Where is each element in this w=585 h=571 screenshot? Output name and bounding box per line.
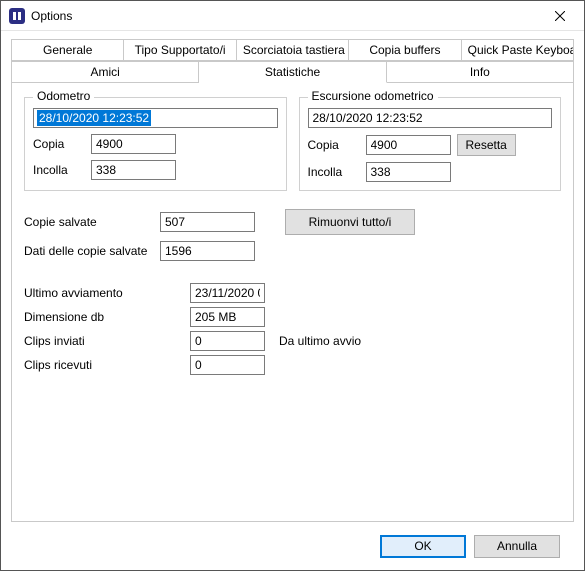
- tab-scorciatoia[interactable]: Scorciatoia tastiera: [237, 40, 349, 61]
- odometer-paste-label: Incolla: [33, 163, 85, 177]
- trip-date-field[interactable]: [308, 108, 553, 128]
- last-start-label: Ultimo avviamento: [24, 286, 184, 300]
- odometer-date-field[interactable]: 28/10/2020 12:23:52: [33, 108, 278, 128]
- odometer-group: Odometro 28/10/2020 12:23:52 Copia Incol…: [24, 97, 287, 191]
- titlebar: Options: [1, 1, 584, 31]
- tab-row-1: Generale Tipo Supportato/i Scorciatoia t…: [12, 40, 573, 61]
- tab-strip: Generale Tipo Supportato/i Scorciatoia t…: [12, 40, 573, 83]
- pause-icon: [12, 11, 22, 21]
- tab-statistiche-body: Odometro 28/10/2020 12:23:52 Copia Incol…: [12, 83, 573, 521]
- trip-copy-value[interactable]: [366, 135, 451, 155]
- clips-recv-value[interactable]: [190, 355, 265, 375]
- dialog-footer: OK Annulla: [11, 522, 574, 570]
- saved-copies-section: Copie salvate Rimuonvi tutto/i Dati dell…: [24, 209, 561, 261]
- saved-copies-label: Copie salvate: [24, 215, 154, 229]
- odometer-legend: Odometro: [33, 89, 94, 103]
- saved-data-value[interactable]: [160, 241, 255, 261]
- odometer-date-selected: 28/10/2020 12:23:52: [37, 110, 151, 126]
- odometer-row: Odometro 28/10/2020 12:23:52 Copia Incol…: [24, 97, 561, 191]
- last-start-value[interactable]: [190, 283, 265, 303]
- since-last-start-label: Da ultimo avvio: [279, 334, 361, 348]
- tab-tipo-supportato[interactable]: Tipo Supportato/i: [124, 40, 236, 61]
- close-button[interactable]: [537, 2, 582, 30]
- stats-section: Ultimo avviamento Dimensione db Clips in…: [24, 283, 561, 375]
- options-window: Options Generale Tipo Supportato/i Scorc…: [0, 0, 585, 571]
- trip-legend: Escursione odometrico: [308, 89, 438, 103]
- client-area: Generale Tipo Supportato/i Scorciatoia t…: [1, 31, 584, 570]
- trip-paste-label: Incolla: [308, 165, 360, 179]
- odometer-copy-label: Copia: [33, 137, 85, 151]
- trip-paste-value[interactable]: [366, 162, 451, 182]
- tab-row-2: Amici Statistiche Info: [12, 61, 573, 83]
- ok-button[interactable]: OK: [380, 535, 466, 558]
- tab-generale[interactable]: Generale: [12, 40, 124, 61]
- clips-sent-label: Clips inviati: [24, 334, 184, 348]
- tab-quick-paste[interactable]: Quick Paste Keyboard: [462, 40, 573, 61]
- window-title: Options: [31, 9, 537, 23]
- reset-button[interactable]: Resetta: [457, 134, 516, 156]
- remove-all-button[interactable]: Rimuonvi tutto/i: [285, 209, 415, 235]
- clips-sent-value[interactable]: [190, 331, 265, 351]
- tab-copia-buffers[interactable]: Copia buffers: [349, 40, 461, 61]
- trip-group: Escursione odometrico Copia Resetta Inco…: [299, 97, 562, 191]
- close-icon: [555, 11, 565, 21]
- clips-recv-label: Clips ricevuti: [24, 358, 184, 372]
- odometer-copy-value[interactable]: [91, 134, 176, 154]
- saved-copies-value[interactable]: [160, 212, 255, 232]
- trip-copy-label: Copia: [308, 138, 360, 152]
- db-size-value[interactable]: [190, 307, 265, 327]
- tab-info[interactable]: Info: [387, 61, 573, 83]
- saved-data-label: Dati delle copie salvate: [24, 244, 154, 258]
- odometer-paste-value[interactable]: [91, 160, 176, 180]
- app-icon: [9, 8, 25, 24]
- tab-statistiche[interactable]: Statistiche: [199, 61, 386, 83]
- tab-amici[interactable]: Amici: [12, 61, 199, 83]
- tab-control: Generale Tipo Supportato/i Scorciatoia t…: [11, 39, 574, 522]
- db-size-label: Dimensione db: [24, 310, 184, 324]
- cancel-button[interactable]: Annulla: [474, 535, 560, 558]
